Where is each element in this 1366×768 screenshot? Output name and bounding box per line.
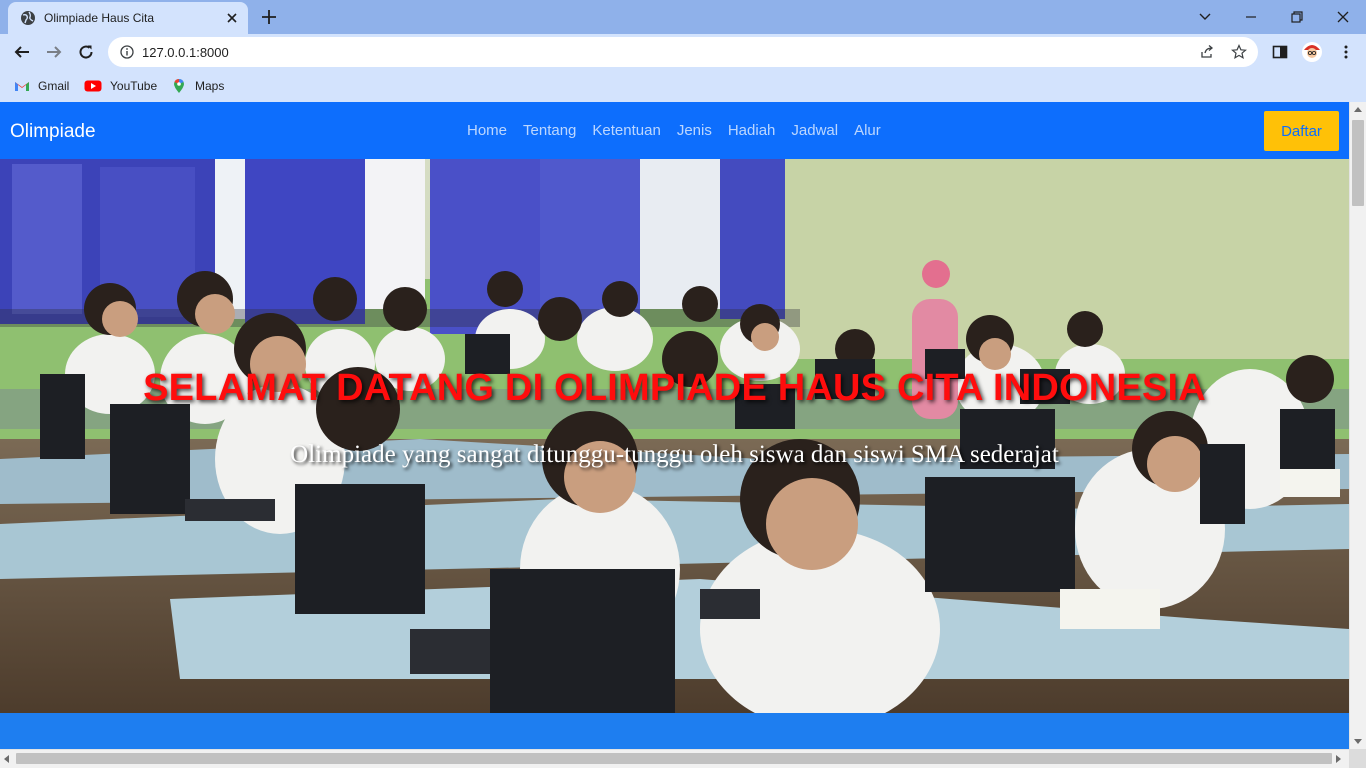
nav-link-jenis[interactable]: Jenis [677, 122, 712, 139]
scroll-down-arrow-icon[interactable] [1354, 739, 1362, 744]
scroll-up-arrow-icon[interactable] [1354, 107, 1362, 112]
forward-arrow-icon[interactable] [45, 43, 63, 61]
daftar-button[interactable]: Daftar [1264, 111, 1339, 151]
minimize-icon[interactable] [1241, 7, 1261, 27]
horizontal-scrollbar[interactable] [0, 749, 1349, 768]
page-viewport: Olimpiade Home Tentang Ketentuan Jenis H… [0, 102, 1366, 768]
browser-tabstrip: Olimpiade Haus Cita [0, 0, 1366, 34]
site-navbar: Olimpiade Home Tentang Ketentuan Jenis H… [0, 102, 1349, 159]
navbar-links: Home Tentang Ketentuan Jenis Hadiah Jadw… [467, 122, 897, 139]
navbar-brand[interactable]: Olimpiade [10, 121, 96, 143]
reload-icon[interactable] [77, 43, 95, 61]
vertical-scroll-thumb[interactable] [1352, 120, 1364, 206]
nav-link-hadiah[interactable]: Hadiah [728, 122, 776, 139]
bookmark-youtube[interactable]: YouTube [84, 77, 157, 95]
close-window-icon[interactable] [1333, 7, 1353, 27]
nav-link-alur[interactable]: Alur [854, 122, 881, 139]
bookmark-label: Gmail [38, 79, 70, 93]
nav-link-ketentuan[interactable]: Ketentuan [592, 122, 660, 139]
scroll-right-arrow-icon[interactable] [1336, 755, 1341, 763]
tab-search-chevron-icon[interactable] [1195, 7, 1215, 27]
close-tab-icon[interactable] [224, 10, 240, 26]
vertical-scrollbar[interactable] [1349, 102, 1366, 768]
globe-icon [21, 11, 35, 25]
side-panel-icon[interactable] [1271, 43, 1289, 61]
bookmark-label: Maps [195, 79, 225, 93]
bookmarks-bar: Gmail YouTube Maps [0, 70, 1366, 102]
url-text[interactable]: 127.0.0.1:8000 [142, 45, 229, 60]
hero-classroom-image [0, 159, 1349, 713]
nav-link-home[interactable]: Home [467, 122, 507, 139]
horizontal-scroll-thumb[interactable] [16, 753, 1332, 764]
new-tab-icon[interactable] [260, 8, 278, 26]
nav-link-tentang[interactable]: Tentang [523, 122, 576, 139]
bookmark-star-icon[interactable] [1231, 44, 1247, 60]
tab-title: Olimpiade Haus Cita [44, 11, 155, 25]
browser-toolbar: 127.0.0.1:8000 [0, 34, 1366, 70]
scrollbar-corner [1349, 749, 1366, 768]
site-info-icon[interactable] [120, 45, 134, 59]
youtube-icon [84, 80, 102, 92]
browser-tab[interactable]: Olimpiade Haus Cita [8, 2, 248, 34]
nav-link-jadwal[interactable]: Jadwal [791, 122, 838, 139]
hero-title: SELAMAT DATANG DI OLIMPIADE HAUS CITA IN… [143, 367, 1206, 409]
maps-icon [174, 78, 184, 93]
profile-avatar-icon[interactable] [1301, 41, 1323, 63]
address-bar[interactable]: 127.0.0.1:8000 [108, 37, 1258, 67]
bookmark-label: YouTube [110, 79, 158, 93]
bookmark-maps[interactable]: Maps [171, 77, 224, 95]
scroll-left-arrow-icon[interactable] [4, 755, 9, 763]
bookmark-gmail[interactable]: Gmail [14, 77, 69, 95]
share-icon[interactable] [1199, 44, 1215, 60]
hero-subtitle: Olimpiade yang sangat ditunggu-tunggu ol… [290, 441, 1059, 468]
section-band [0, 713, 1349, 749]
back-arrow-icon[interactable] [13, 43, 31, 61]
hero-section: SELAMAT DATANG DI OLIMPIADE HAUS CITA IN… [0, 159, 1349, 713]
restore-icon[interactable] [1287, 7, 1307, 27]
gmail-icon [15, 82, 29, 91]
menu-kebab-icon[interactable] [1337, 43, 1355, 61]
